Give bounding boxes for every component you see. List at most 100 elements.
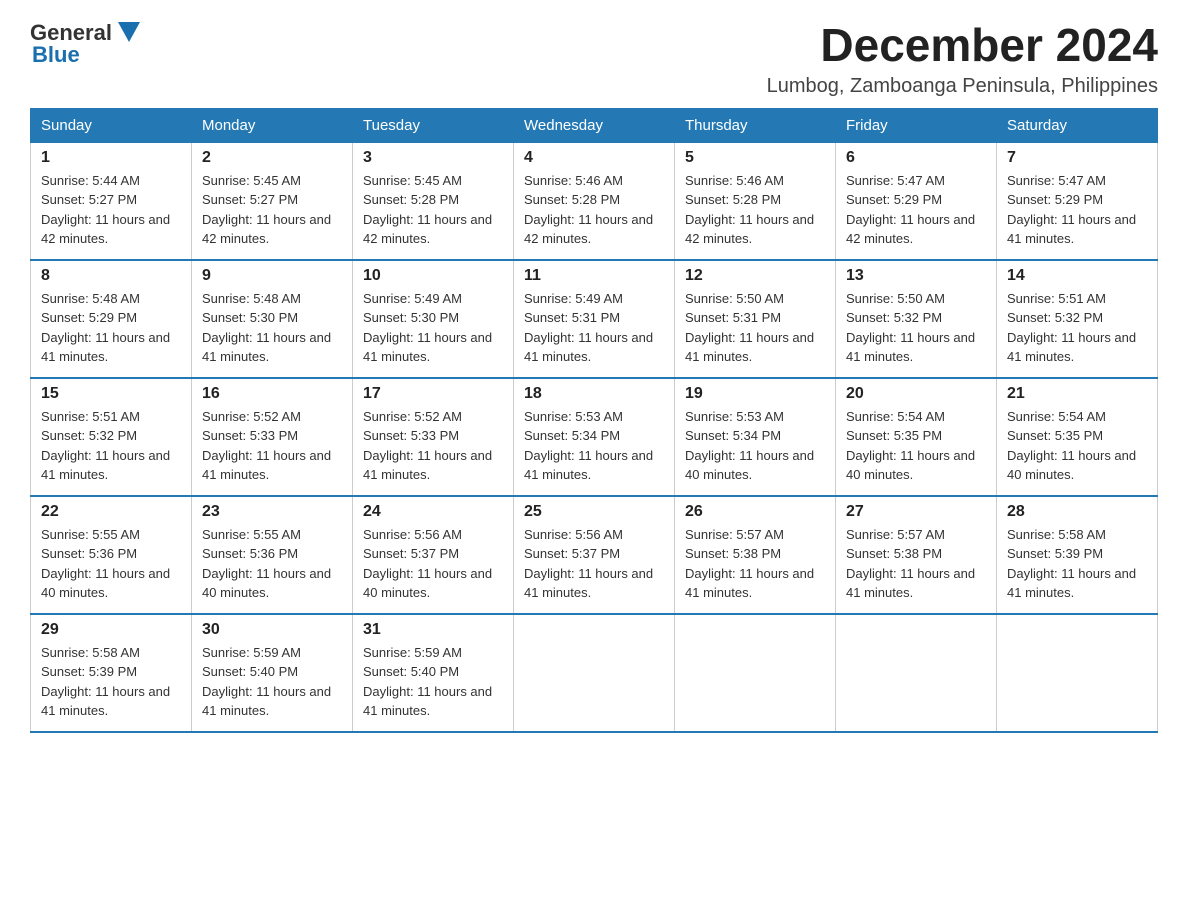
day-info: Sunrise: 5:49 AM Sunset: 5:31 PM Dayligh… (524, 289, 664, 367)
sunset-label: Sunset: 5:36 PM (202, 546, 298, 561)
day-number: 28 (1007, 503, 1147, 521)
calendar-cell: 23 Sunrise: 5:55 AM Sunset: 5:36 PM Dayl… (192, 496, 353, 614)
day-number: 25 (524, 503, 664, 521)
day-number: 19 (685, 385, 825, 403)
weekday-header-wednesday: Wednesday (514, 108, 675, 142)
calendar-cell (514, 614, 675, 732)
sunset-label: Sunset: 5:39 PM (41, 664, 137, 679)
calendar-cell (997, 614, 1158, 732)
daylight-label: Daylight: 11 hours and 41 minutes. (41, 684, 170, 719)
sunrise-label: Sunrise: 5:52 AM (202, 409, 301, 424)
day-info: Sunrise: 5:48 AM Sunset: 5:30 PM Dayligh… (202, 289, 342, 367)
sunrise-label: Sunrise: 5:54 AM (846, 409, 945, 424)
sunrise-label: Sunrise: 5:58 AM (1007, 527, 1106, 542)
sunrise-label: Sunrise: 5:48 AM (41, 291, 140, 306)
calendar-cell: 13 Sunrise: 5:50 AM Sunset: 5:32 PM Dayl… (836, 260, 997, 378)
sunset-label: Sunset: 5:28 PM (524, 192, 620, 207)
weekday-header-sunday: Sunday (31, 108, 192, 142)
sunset-label: Sunset: 5:37 PM (363, 546, 459, 561)
sunrise-label: Sunrise: 5:55 AM (41, 527, 140, 542)
calendar-cell: 25 Sunrise: 5:56 AM Sunset: 5:37 PM Dayl… (514, 496, 675, 614)
daylight-label: Daylight: 11 hours and 41 minutes. (685, 566, 814, 601)
sunrise-label: Sunrise: 5:56 AM (524, 527, 623, 542)
daylight-label: Daylight: 11 hours and 41 minutes. (363, 330, 492, 365)
calendar-cell: 3 Sunrise: 5:45 AM Sunset: 5:28 PM Dayli… (353, 142, 514, 260)
daylight-label: Daylight: 11 hours and 41 minutes. (685, 330, 814, 365)
sunset-label: Sunset: 5:33 PM (363, 428, 459, 443)
sunrise-label: Sunrise: 5:50 AM (685, 291, 784, 306)
daylight-label: Daylight: 11 hours and 40 minutes. (685, 448, 814, 483)
day-number: 13 (846, 267, 986, 285)
sunrise-label: Sunrise: 5:59 AM (202, 645, 301, 660)
daylight-label: Daylight: 11 hours and 40 minutes. (1007, 448, 1136, 483)
daylight-label: Daylight: 11 hours and 41 minutes. (202, 448, 331, 483)
sunset-label: Sunset: 5:29 PM (1007, 192, 1103, 207)
day-info: Sunrise: 5:58 AM Sunset: 5:39 PM Dayligh… (41, 643, 181, 721)
daylight-label: Daylight: 11 hours and 40 minutes. (846, 448, 975, 483)
day-number: 3 (363, 149, 503, 167)
sunrise-label: Sunrise: 5:48 AM (202, 291, 301, 306)
sunrise-label: Sunrise: 5:49 AM (524, 291, 623, 306)
daylight-label: Daylight: 11 hours and 41 minutes. (846, 566, 975, 601)
sunset-label: Sunset: 5:32 PM (846, 310, 942, 325)
day-number: 14 (1007, 267, 1147, 285)
calendar-cell: 27 Sunrise: 5:57 AM Sunset: 5:38 PM Dayl… (836, 496, 997, 614)
day-info: Sunrise: 5:45 AM Sunset: 5:28 PM Dayligh… (363, 171, 503, 249)
sunset-label: Sunset: 5:29 PM (41, 310, 137, 325)
day-info: Sunrise: 5:46 AM Sunset: 5:28 PM Dayligh… (685, 171, 825, 249)
sunset-label: Sunset: 5:36 PM (41, 546, 137, 561)
daylight-label: Daylight: 11 hours and 41 minutes. (363, 684, 492, 719)
sunset-label: Sunset: 5:31 PM (524, 310, 620, 325)
sunset-label: Sunset: 5:40 PM (363, 664, 459, 679)
day-info: Sunrise: 5:56 AM Sunset: 5:37 PM Dayligh… (363, 525, 503, 603)
daylight-label: Daylight: 11 hours and 42 minutes. (846, 212, 975, 247)
weekday-header-row: SundayMondayTuesdayWednesdayThursdayFrid… (31, 108, 1158, 142)
day-number: 2 (202, 149, 342, 167)
day-info: Sunrise: 5:55 AM Sunset: 5:36 PM Dayligh… (202, 525, 342, 603)
daylight-label: Daylight: 11 hours and 41 minutes. (41, 330, 170, 365)
sunset-label: Sunset: 5:32 PM (1007, 310, 1103, 325)
daylight-label: Daylight: 11 hours and 40 minutes. (202, 566, 331, 601)
calendar-cell (675, 614, 836, 732)
calendar-cell: 31 Sunrise: 5:59 AM Sunset: 5:40 PM Dayl… (353, 614, 514, 732)
day-number: 16 (202, 385, 342, 403)
sunset-label: Sunset: 5:38 PM (846, 546, 942, 561)
daylight-label: Daylight: 11 hours and 42 minutes. (202, 212, 331, 247)
day-info: Sunrise: 5:57 AM Sunset: 5:38 PM Dayligh… (685, 525, 825, 603)
calendar-cell: 7 Sunrise: 5:47 AM Sunset: 5:29 PM Dayli… (997, 142, 1158, 260)
day-info: Sunrise: 5:44 AM Sunset: 5:27 PM Dayligh… (41, 171, 181, 249)
sunset-label: Sunset: 5:33 PM (202, 428, 298, 443)
daylight-label: Daylight: 11 hours and 41 minutes. (41, 448, 170, 483)
day-info: Sunrise: 5:47 AM Sunset: 5:29 PM Dayligh… (1007, 171, 1147, 249)
sunset-label: Sunset: 5:29 PM (846, 192, 942, 207)
day-number: 21 (1007, 385, 1147, 403)
daylight-label: Daylight: 11 hours and 41 minutes. (524, 566, 653, 601)
daylight-label: Daylight: 11 hours and 41 minutes. (1007, 330, 1136, 365)
sunset-label: Sunset: 5:31 PM (685, 310, 781, 325)
sunset-label: Sunset: 5:37 PM (524, 546, 620, 561)
week-row-3: 15 Sunrise: 5:51 AM Sunset: 5:32 PM Dayl… (31, 378, 1158, 496)
sunrise-label: Sunrise: 5:49 AM (363, 291, 462, 306)
sunrise-label: Sunrise: 5:54 AM (1007, 409, 1106, 424)
calendar-cell: 11 Sunrise: 5:49 AM Sunset: 5:31 PM Dayl… (514, 260, 675, 378)
day-info: Sunrise: 5:56 AM Sunset: 5:37 PM Dayligh… (524, 525, 664, 603)
calendar-cell: 24 Sunrise: 5:56 AM Sunset: 5:37 PM Dayl… (353, 496, 514, 614)
calendar-cell: 1 Sunrise: 5:44 AM Sunset: 5:27 PM Dayli… (31, 142, 192, 260)
day-info: Sunrise: 5:59 AM Sunset: 5:40 PM Dayligh… (202, 643, 342, 721)
day-number: 26 (685, 503, 825, 521)
day-info: Sunrise: 5:51 AM Sunset: 5:32 PM Dayligh… (1007, 289, 1147, 367)
calendar-cell: 26 Sunrise: 5:57 AM Sunset: 5:38 PM Dayl… (675, 496, 836, 614)
sunset-label: Sunset: 5:28 PM (363, 192, 459, 207)
sunrise-label: Sunrise: 5:51 AM (41, 409, 140, 424)
daylight-label: Daylight: 11 hours and 42 minutes. (41, 212, 170, 247)
sunrise-label: Sunrise: 5:47 AM (846, 173, 945, 188)
day-number: 6 (846, 149, 986, 167)
week-row-5: 29 Sunrise: 5:58 AM Sunset: 5:39 PM Dayl… (31, 614, 1158, 732)
calendar-cell: 17 Sunrise: 5:52 AM Sunset: 5:33 PM Dayl… (353, 378, 514, 496)
daylight-label: Daylight: 11 hours and 42 minutes. (524, 212, 653, 247)
sunset-label: Sunset: 5:38 PM (685, 546, 781, 561)
sunset-label: Sunset: 5:27 PM (41, 192, 137, 207)
calendar-cell: 15 Sunrise: 5:51 AM Sunset: 5:32 PM Dayl… (31, 378, 192, 496)
sunrise-label: Sunrise: 5:55 AM (202, 527, 301, 542)
calendar-cell: 4 Sunrise: 5:46 AM Sunset: 5:28 PM Dayli… (514, 142, 675, 260)
